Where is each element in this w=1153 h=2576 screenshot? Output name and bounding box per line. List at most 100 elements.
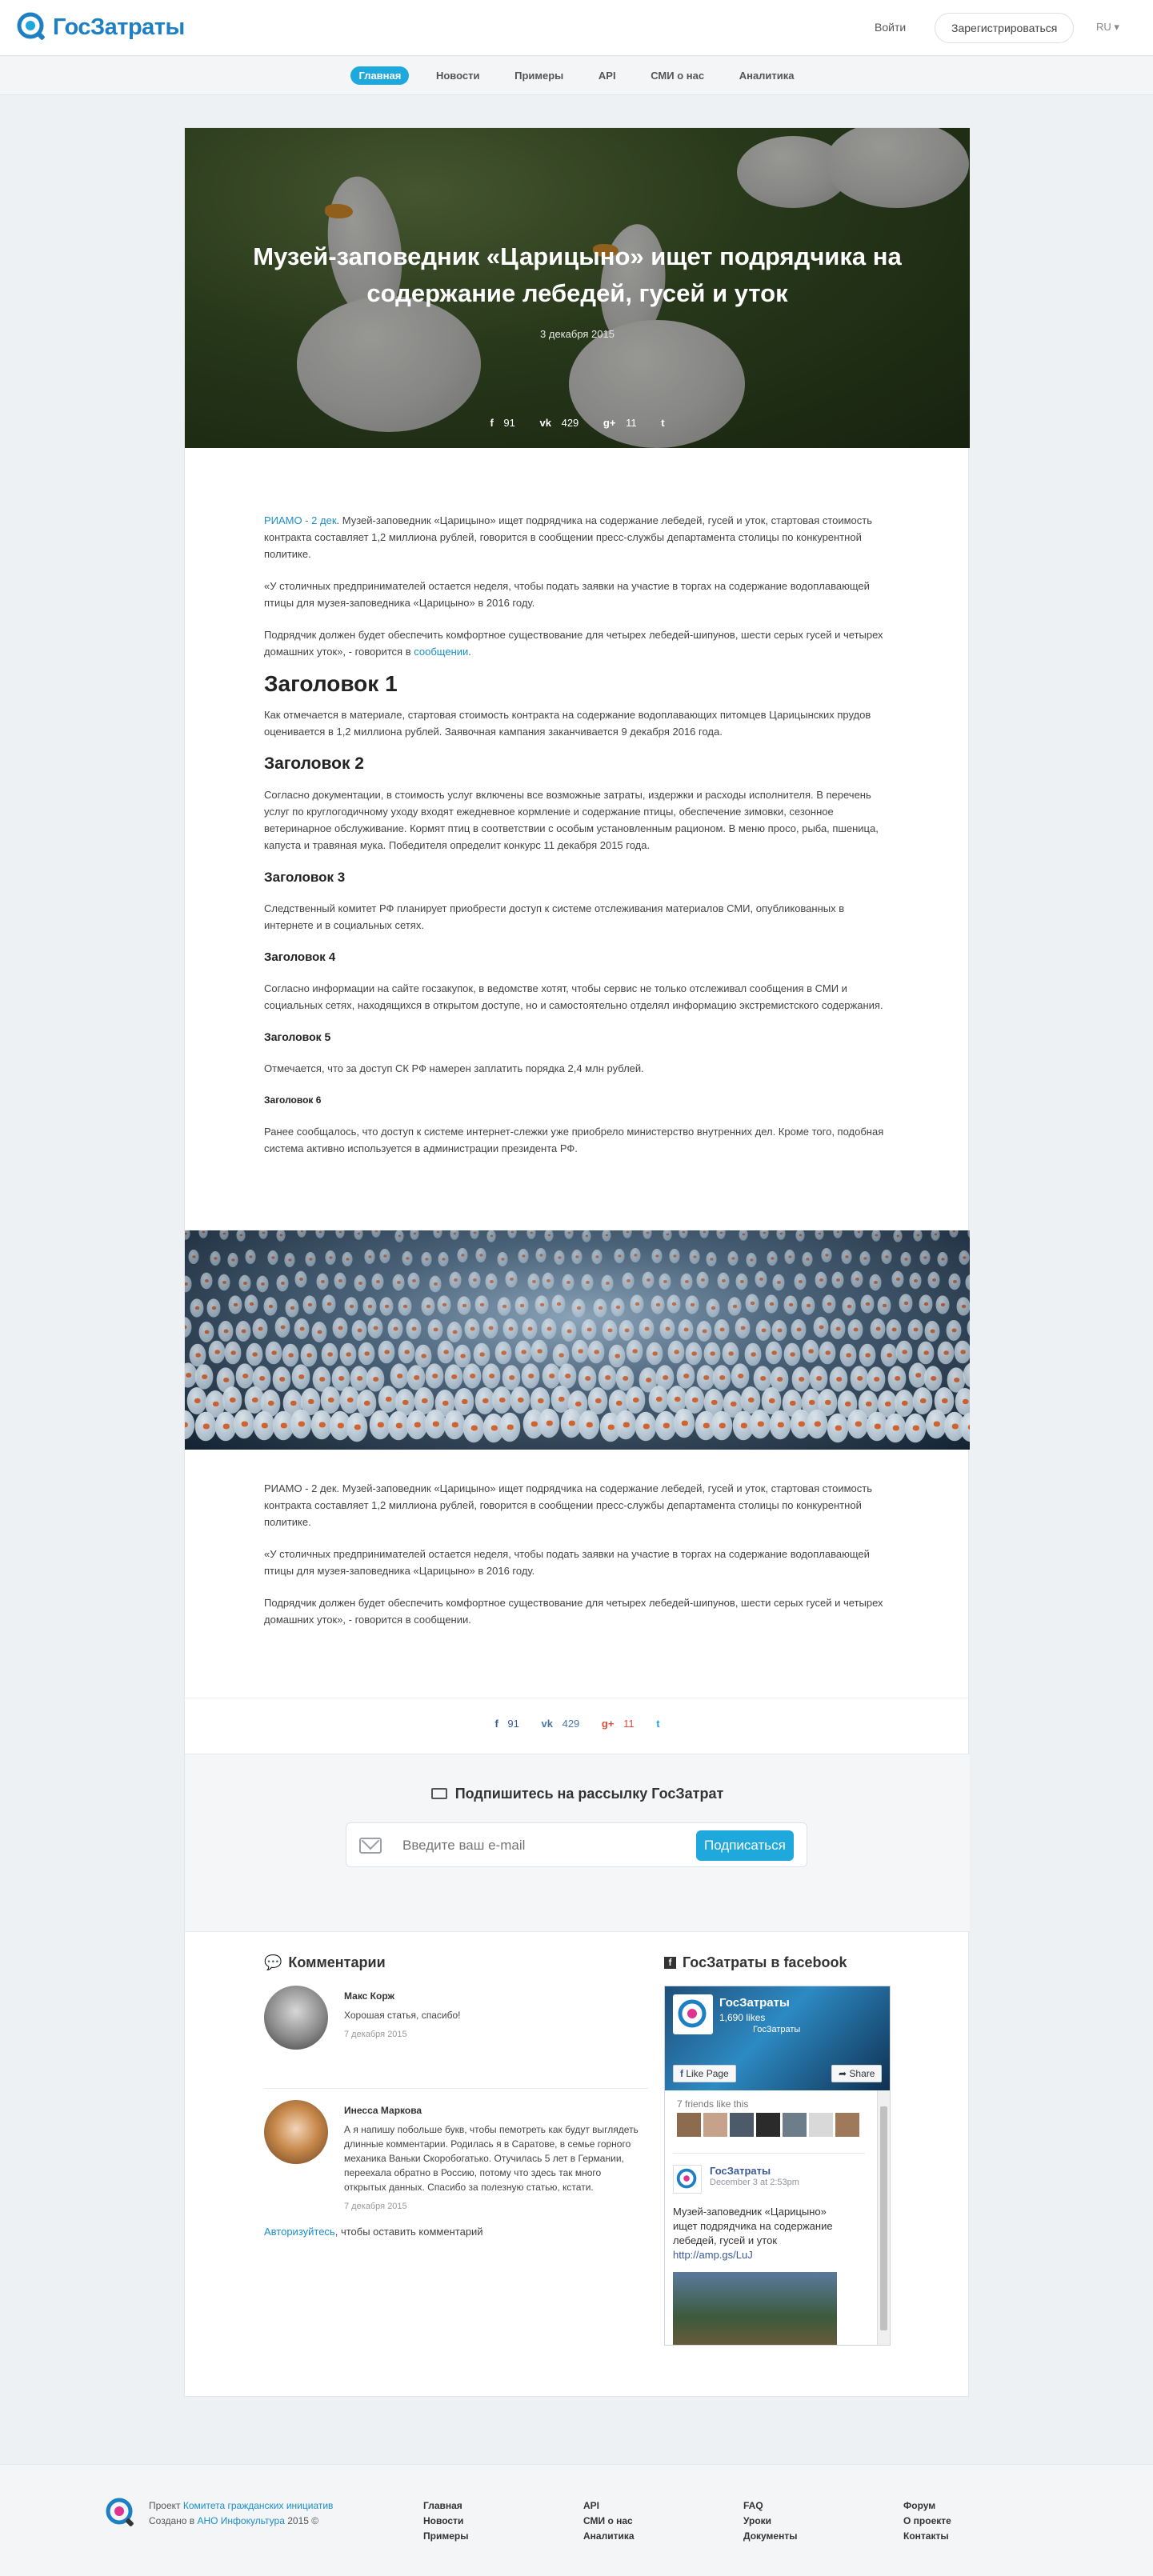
heading-4: Заголовок 4 (264, 950, 336, 964)
avatar (264, 2100, 328, 2164)
register-button[interactable]: Зарегистрироваться (935, 13, 1075, 43)
nav-item-api[interactable]: API (591, 66, 624, 85)
facebook-icon: f (490, 417, 494, 429)
vk-icon: vk (541, 1718, 553, 1730)
footer-link[interactable]: Примеры (423, 2529, 468, 2544)
site-logo[interactable]: ГосЗатраты (16, 11, 185, 43)
page-logo (673, 1994, 713, 2034)
nav-item-analytics[interactable]: Аналитика (731, 66, 803, 85)
gplus-share[interactable]: g+ 11 (602, 1718, 641, 1730)
nav-item-news[interactable]: Новости (428, 66, 488, 85)
article-paragraph: РИАМО - 2 дек. Музей-заповедник «Царицын… (264, 1482, 873, 1528)
facebook-section: f ГосЗатраты в facebook ГосЗатраты 1,690 … (664, 1954, 896, 2346)
article-paragraph: Согласно информации на сайте госзакупок,… (264, 982, 883, 1011)
fb-post-link[interactable]: http://amp.gs/LuJ (673, 2249, 753, 2261)
newsletter-title: Подпишитесь на рассылку ГосЗатрат (185, 1786, 970, 1802)
footer-link[interactable]: Контакты (903, 2529, 951, 2544)
share-icon: ➦ (839, 2068, 847, 2079)
footer-link[interactable]: Аналитика (583, 2529, 635, 2544)
twitter-share[interactable]: t (661, 417, 664, 429)
article-paragraph: «У столичных предпринимателей остается н… (264, 580, 870, 609)
comment-date: 7 декабря 2015 (344, 2030, 407, 2039)
footer-col-3: FAQ Уроки Документы (743, 2498, 797, 2544)
newsletter-section: Подпишитесь на рассылку ГосЗатрат Подпис… (185, 1754, 970, 1932)
fb-scrollbar[interactable] (877, 2090, 890, 2345)
post-page-logo (673, 2165, 702, 2194)
logo-text: ГосЗатраты (53, 14, 185, 40)
article-paragraph: Подрядчик должен будет обеспечить комфор… (264, 1597, 883, 1626)
message-link[interactable]: сообщении (414, 646, 468, 658)
comment-item: Макс Корж Хорошая статья, спасибо! 7 дек… (264, 1986, 648, 2074)
footer-link[interactable]: Уроки (743, 2514, 797, 2529)
top-header: ГосЗатраты Войти Зарегистрироваться RU ▾ (0, 0, 1153, 56)
comment-text: Хорошая статья, спасибо! (344, 2010, 461, 2021)
article-body-continued: РИАМО - 2 дек. Музей-заповедник «Царицын… (264, 1480, 891, 1643)
footer-link[interactable]: Форум (903, 2498, 951, 2514)
language-select[interactable]: RU ▾ (1096, 21, 1119, 34)
comment-date: 7 декабря 2015 (344, 2202, 407, 2211)
vk-icon: vk (539, 417, 551, 429)
main-nav: Главная Новости Примеры API СМИ о нас Ан… (0, 57, 1153, 95)
twitter-share[interactable]: t (656, 1718, 659, 1730)
fb-share-button[interactable]: ➦ Share (831, 2065, 883, 2082)
fb-friend-avatars (677, 2113, 859, 2137)
login-link[interactable]: Войти (875, 21, 906, 34)
article-paragraph: «У столичных предпринимателей остается н… (264, 1548, 870, 1577)
footer-link[interactable]: Главная (423, 2498, 468, 2514)
facebook-title: f ГосЗатраты в facebook (664, 1954, 896, 1971)
article-title: Музей-заповедник «Царицыно» ищет подрядч… (253, 242, 902, 307)
heading-3: Заголовок 3 (264, 870, 346, 885)
email-input[interactable] (402, 1833, 675, 1858)
footer-link[interactable]: Новости (423, 2514, 468, 2529)
fb-post-image[interactable] (673, 2272, 837, 2345)
comment-author: Макс Корж (344, 1990, 395, 2002)
gplus-icon: g+ (603, 417, 616, 429)
footer-col-1: Главная Новости Примеры (423, 2498, 468, 2544)
footer-link[interactable]: Документы (743, 2529, 797, 2544)
fb-page-name[interactable]: ГосЗатраты (719, 1996, 790, 2010)
footer-logo-icon[interactable] (104, 2496, 138, 2530)
fb-friends-count: 7 friends like this (677, 2098, 749, 2110)
heading-1: Заголовок 1 (264, 671, 398, 696)
article-paragraph: Отмечается, что за доступ СК РФ намерен … (264, 1062, 644, 1074)
article-paragraph: Следственный комитет РФ планирует приобр… (264, 902, 845, 931)
footer-link[interactable]: О проекте (903, 2514, 951, 2529)
heading-6: Заголовок 6 (264, 1094, 322, 1106)
source-link[interactable]: РИАМО - 2 дек (264, 514, 337, 526)
geese-flock-image (185, 1230, 970, 1450)
infoculture-link[interactable]: АНО Инфокультура (197, 2515, 284, 2526)
gplus-share[interactable]: g+ 11 (603, 417, 644, 429)
subscribe-button[interactable]: Подписаться (696, 1830, 794, 1861)
footer-link[interactable]: FAQ (743, 2498, 797, 2514)
footer-link[interactable]: API (583, 2498, 635, 2514)
comments-icon: 💬 (264, 1954, 282, 1970)
nav-item-examples[interactable]: Примеры (506, 66, 571, 85)
facebook-share[interactable]: f 91 (490, 417, 522, 429)
facebook-share[interactable]: f 91 (494, 1718, 525, 1730)
facebook-page-widget[interactable]: ГосЗатраты 1,690 likes ГосЗатраты f Like… (664, 1986, 891, 2346)
gplus-icon: g+ (601, 1718, 615, 1730)
nav-item-press[interactable]: СМИ о нас (643, 66, 712, 85)
fb-post-author[interactable]: ГосЗатраты (710, 2165, 771, 2177)
article-paragraph: Согласно документации, в стоимость услуг… (264, 789, 879, 851)
fb-likes-count: 1,690 likes (719, 2012, 766, 2023)
like-icon: f (680, 2068, 683, 2079)
fb-post-text: Музей-заповедник «Царицыно» ищет подрядч… (673, 2206, 833, 2261)
fb-like-button[interactable]: f Like Page (673, 2065, 736, 2082)
fb-post-date[interactable]: December 3 at 2:53pm (710, 2178, 799, 2187)
comments-title: 💬 Комментарии (264, 1954, 386, 1970)
authorize-link[interactable]: Авторизуйтесь (264, 2226, 335, 2238)
nav-item-home[interactable]: Главная (350, 66, 410, 85)
site-footer: Проект Комитета гражданских инициатив Со… (0, 2464, 1153, 2576)
footer-link[interactable]: СМИ о нас (583, 2514, 635, 2529)
comments-section: 💬 Комментарии Макс Корж Хорошая статья, с… (264, 1954, 648, 2238)
vk-share[interactable]: vk 429 (540, 417, 587, 429)
committee-link[interactable]: Комитета гражданских инициатив (183, 2500, 334, 2511)
facebook-cover: ГосЗатраты 1,690 likes ГосЗатраты f Like… (665, 1986, 890, 2090)
vk-share[interactable]: vk 429 (542, 1718, 587, 1730)
twitter-icon: t (661, 417, 665, 429)
avatar (264, 1986, 328, 2050)
footer-col-2: API СМИ о нас Аналитика (583, 2498, 635, 2544)
logo-icon (17, 12, 45, 40)
article-body: РИАМО - 2 дек. Музей-заповедник «Царицын… (264, 512, 891, 1172)
